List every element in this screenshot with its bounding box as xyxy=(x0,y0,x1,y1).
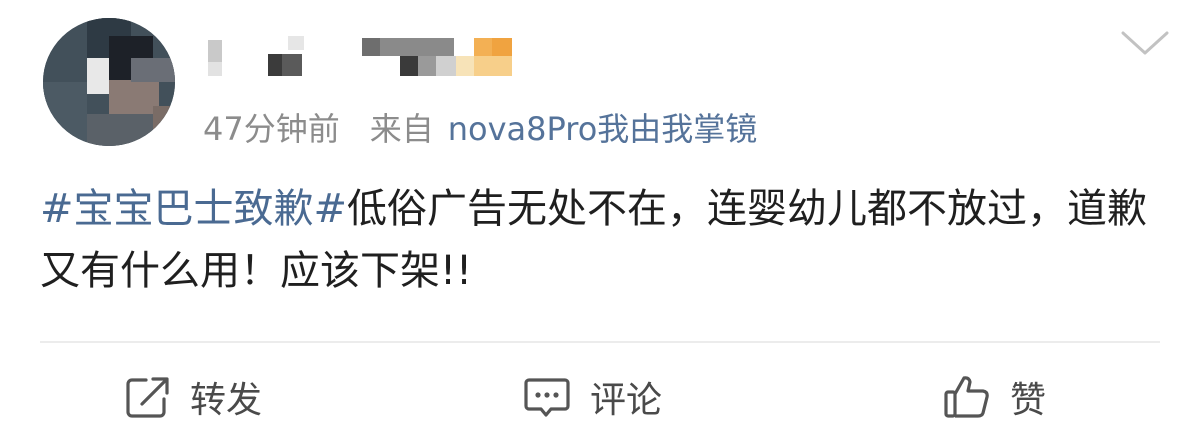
username-pixel xyxy=(208,62,222,76)
chevron-down-icon[interactable] xyxy=(1120,28,1170,58)
username-pixel xyxy=(418,56,436,76)
username-pixel xyxy=(282,54,302,76)
username-pixel xyxy=(474,56,512,76)
post-body: #宝宝巴士致歉#低俗广告无处不在，连婴幼儿都不放过，道歉又有什么用！应该下架!! xyxy=(40,178,1160,302)
repost-button[interactable]: 转发 xyxy=(122,367,262,427)
avatar-pixel xyxy=(43,82,87,146)
avatar-pixel xyxy=(87,58,109,94)
like-label: 赞 xyxy=(1010,380,1047,421)
comment-label: 评论 xyxy=(590,380,663,421)
repost-label: 转发 xyxy=(190,380,263,421)
username[interactable] xyxy=(205,36,525,78)
thumbs-up-icon xyxy=(944,376,989,418)
username-pixel xyxy=(400,56,418,76)
username-pixel xyxy=(208,40,222,62)
share-arrow-icon xyxy=(126,377,169,418)
comment-bubble-icon xyxy=(524,378,570,417)
username-pixel xyxy=(288,36,304,50)
username-pixel xyxy=(456,56,474,76)
comment-button[interactable]: 评论 xyxy=(522,367,662,427)
divider xyxy=(40,341,1160,343)
username-pixel xyxy=(380,38,454,56)
post-time: 47分钟前 xyxy=(203,110,340,148)
source-label: 来自 xyxy=(369,110,434,148)
like-button[interactable]: 赞 xyxy=(942,367,1046,427)
post-meta: 47分钟前 来自 nova8Pro我由我掌镜 xyxy=(203,103,757,151)
source-device-link[interactable]: nova8Pro我由我掌镜 xyxy=(448,104,758,150)
username-pixel xyxy=(492,38,512,56)
avatar[interactable] xyxy=(43,18,175,146)
username-pixel xyxy=(474,38,492,56)
username-pixel xyxy=(362,38,380,56)
avatar-pixel xyxy=(153,106,175,146)
username-pixel xyxy=(436,56,456,76)
avatar-pixel xyxy=(131,58,175,82)
avatar-pixel xyxy=(87,114,153,146)
username-pixel xyxy=(268,54,282,76)
hashtag-link[interactable]: #宝宝巴士致歉# xyxy=(40,186,347,232)
